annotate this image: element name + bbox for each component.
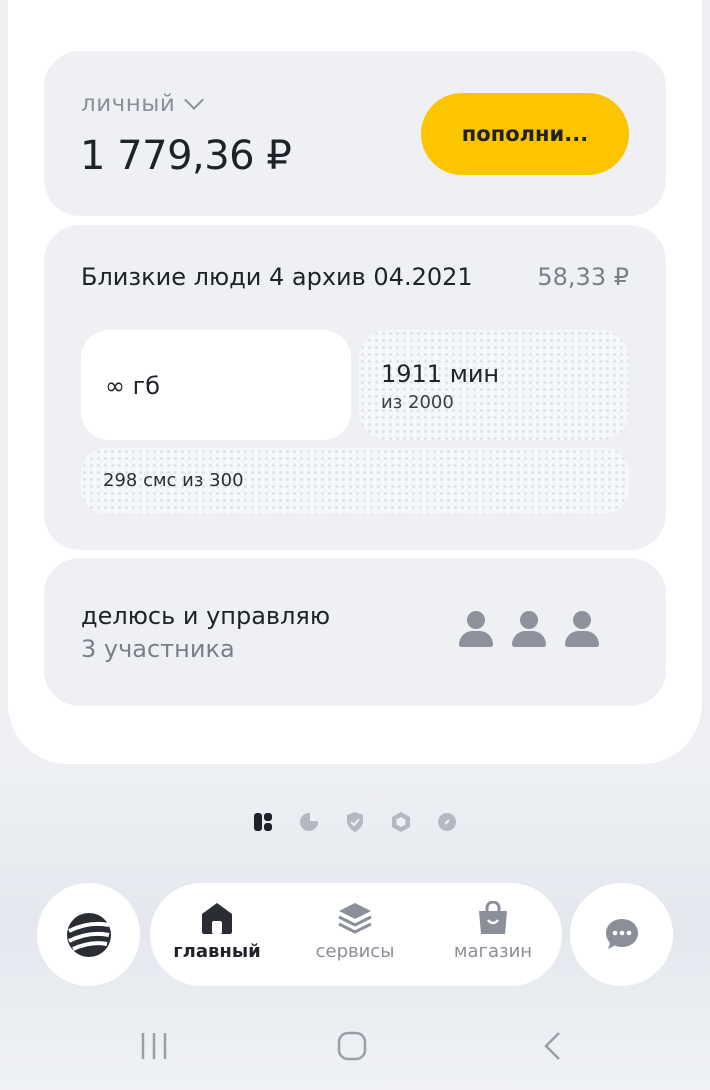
cards-icon[interactable] (251, 810, 275, 834)
chat-icon (605, 918, 638, 949)
compass-icon[interactable] (435, 810, 459, 834)
minutes-total: из 2000 (381, 392, 454, 413)
tariff-name: Близкие люди 4 архив 04.2021 (81, 263, 473, 291)
balance-amount: 1 779,36 ₽ (80, 133, 292, 179)
account-selector[interactable]: личный (81, 90, 205, 117)
sharing-panel[interactable]: делюсь и управляю 3 участника (44, 558, 666, 706)
nav-item-label: главный (173, 941, 261, 962)
system-navigation-bar (0, 1010, 710, 1080)
bottom-nav: главный сервисы магазин (150, 883, 562, 986)
minutes-tile[interactable]: 1911 мин из 2000 (359, 330, 629, 440)
layers-icon (338, 903, 372, 934)
sharing-participants-count: 3 участника (81, 635, 235, 663)
brand-logo-button[interactable] (37, 883, 140, 986)
account-label: личный (81, 91, 176, 117)
nav-item-services[interactable]: сервисы (290, 901, 420, 962)
hexagon-icon[interactable] (389, 810, 413, 834)
chat-button[interactable] (570, 883, 673, 986)
nav-item-label: магазин (453, 941, 533, 962)
shield-check-icon[interactable] (343, 810, 367, 834)
chevron-down-icon (184, 90, 205, 110)
minutes-remaining: 1911 мин (381, 360, 500, 388)
sms-remaining: 298 смс из 300 (103, 470, 244, 491)
internet-tile[interactable]: ∞ гб (81, 330, 351, 440)
nav-item-label: сервисы (315, 941, 395, 962)
participants-avatars (458, 611, 600, 647)
back-icon[interactable] (538, 1030, 570, 1062)
brand-logo-icon (66, 912, 111, 957)
page-indicator (0, 810, 710, 834)
person-icon (511, 611, 547, 647)
topup-button[interactable]: пополни... (421, 93, 629, 175)
sms-tile[interactable]: 298 смс из 300 (81, 448, 629, 514)
nav-item-main[interactable]: главный (152, 901, 282, 962)
sharing-title: делюсь и управляю (81, 602, 331, 630)
balance-panel: личный 1 779,36 ₽ пополни... (44, 51, 666, 216)
home-icon (202, 903, 232, 934)
pie-chart-icon[interactable] (297, 810, 321, 834)
shopping-bag-icon (479, 901, 507, 934)
tariff-panel[interactable]: Близкие люди 4 архив 04.2021 58,33 ₽ ∞ г… (44, 225, 666, 550)
person-icon (564, 611, 600, 647)
nav-item-shop[interactable]: магазин (428, 901, 558, 962)
recent-apps-icon[interactable] (138, 1030, 170, 1062)
person-icon (458, 611, 494, 647)
tariff-price: 58,33 ₽ (537, 263, 629, 291)
home-system-icon[interactable] (336, 1030, 368, 1062)
internet-remaining: ∞ гб (105, 372, 161, 400)
